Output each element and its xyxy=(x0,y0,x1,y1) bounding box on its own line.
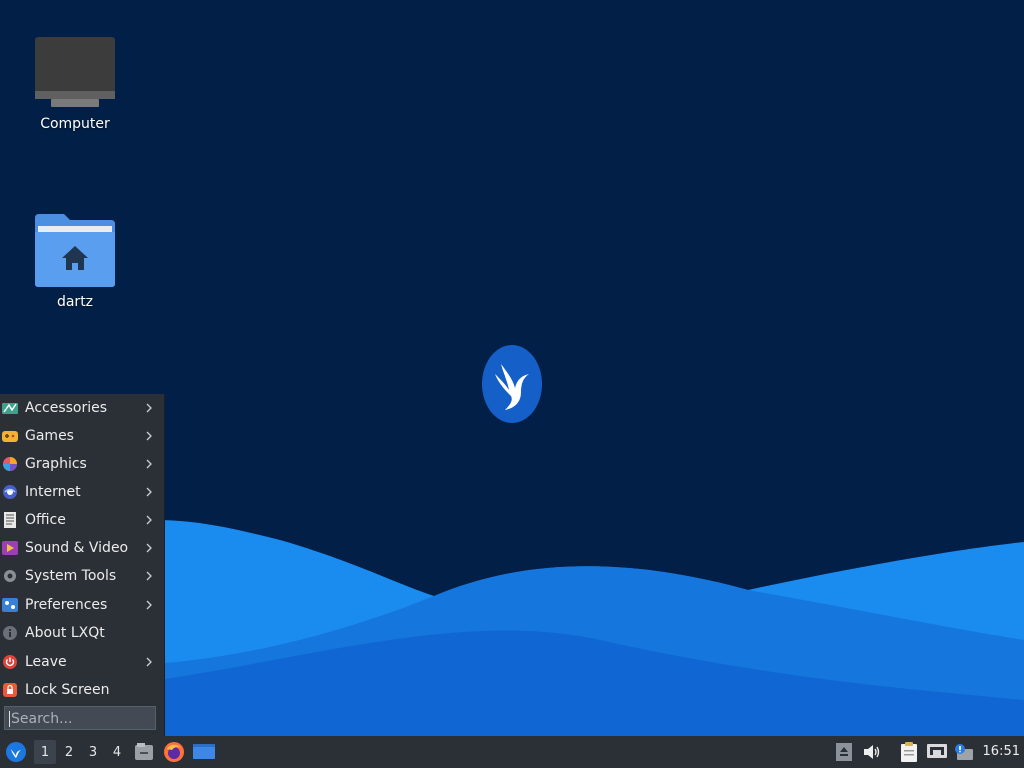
menu-item-label: Leave xyxy=(25,654,67,670)
clipboard-icon xyxy=(901,742,917,762)
info-icon xyxy=(2,625,18,641)
menu-item-label: Games xyxy=(25,428,74,444)
menu-item-lock-screen[interactable]: Lock Screen xyxy=(0,676,164,704)
system-tools-icon xyxy=(2,568,18,584)
application-menu: Accessories Games Graphics Internet Offi… xyxy=(0,394,164,736)
chevron-right-icon xyxy=(146,487,152,497)
power-icon xyxy=(2,654,18,670)
chevron-right-icon xyxy=(146,431,152,441)
menu-item-sound-video[interactable]: Sound & Video xyxy=(0,534,164,562)
show-desktop-icon xyxy=(193,744,215,759)
tray-clipboard[interactable] xyxy=(899,736,919,768)
chevron-right-icon xyxy=(146,459,152,469)
menu-item-label: Graphics xyxy=(25,456,87,472)
chevron-right-icon xyxy=(146,657,152,667)
workspace-1[interactable]: 1 xyxy=(34,740,56,764)
home-folder-icon xyxy=(35,214,115,287)
workspace-label: 3 xyxy=(88,744,98,760)
desktop-icon-home-folder[interactable]: dartz xyxy=(20,212,130,310)
sound-video-icon xyxy=(2,540,18,556)
desktop-icon-label: dartz xyxy=(56,294,94,310)
tray-network[interactable] xyxy=(926,736,948,768)
menu-item-system-tools[interactable]: System Tools xyxy=(0,562,164,590)
workspace-2[interactable]: 2 xyxy=(58,736,80,768)
volume-icon xyxy=(864,745,880,759)
taskbar: 1 2 3 4 16:51 xyxy=(0,736,1024,768)
menu-item-label: System Tools xyxy=(25,568,117,584)
computer-icon xyxy=(35,37,115,107)
update-notifier-icon xyxy=(955,744,973,760)
preferences-icon xyxy=(2,597,18,613)
tray-update-notifier[interactable] xyxy=(952,736,974,768)
games-icon xyxy=(2,428,18,444)
menu-item-accessories[interactable]: Accessories xyxy=(0,394,164,422)
tray-volume[interactable] xyxy=(862,736,882,768)
internet-icon xyxy=(2,484,18,500)
menu-item-games[interactable]: Games xyxy=(0,422,164,450)
chevron-right-icon xyxy=(146,515,152,525)
network-icon xyxy=(927,744,947,758)
search-placeholder: Search... xyxy=(11,711,73,727)
quicklaunch-file-manager[interactable] xyxy=(133,736,155,768)
chevron-right-icon xyxy=(146,543,152,553)
workspace-4[interactable]: 4 xyxy=(106,736,128,768)
quicklaunch-show-desktop[interactable] xyxy=(192,736,216,768)
lubuntu-start-icon xyxy=(6,742,26,762)
workspace-3[interactable]: 3 xyxy=(82,736,104,768)
accessories-icon xyxy=(2,400,18,416)
menu-item-label: Lock Screen xyxy=(25,682,110,698)
workspace-label: 1 xyxy=(40,744,50,760)
menu-item-label: Preferences xyxy=(25,597,108,613)
lock-icon xyxy=(2,682,18,698)
file-manager-icon xyxy=(135,743,153,760)
menu-item-label: About LXQt xyxy=(25,625,105,641)
chevron-right-icon xyxy=(146,571,152,581)
office-icon xyxy=(2,512,18,528)
chevron-right-icon xyxy=(146,403,152,413)
desktop-icon-label: Computer xyxy=(40,116,110,132)
menu-item-label: Sound & Video xyxy=(25,540,129,556)
menu-item-office[interactable]: Office xyxy=(0,506,164,534)
text-caret xyxy=(9,711,10,727)
menu-search-input[interactable]: Search... xyxy=(4,706,156,730)
removable-media-icon xyxy=(836,743,852,761)
lubuntu-logo-icon xyxy=(482,345,542,423)
desktop-icon-computer[interactable]: Computer xyxy=(20,36,130,132)
quicklaunch-firefox[interactable] xyxy=(163,736,185,768)
menu-item-about-lxqt[interactable]: About LXQt xyxy=(0,619,164,647)
menu-item-leave[interactable]: Leave xyxy=(0,648,164,676)
menu-item-internet[interactable]: Internet xyxy=(0,478,164,506)
menu-item-label: Office xyxy=(25,512,66,528)
firefox-icon xyxy=(164,742,184,762)
graphics-icon xyxy=(2,456,18,472)
menu-item-label: Internet xyxy=(25,484,81,500)
tray-removable-media[interactable] xyxy=(834,736,854,768)
menu-item-label: Accessories xyxy=(25,400,108,416)
workspace-label: 2 xyxy=(64,744,74,760)
menu-item-graphics[interactable]: Graphics xyxy=(0,450,164,478)
clock[interactable]: 16:51 xyxy=(983,736,1020,768)
workspace-label: 4 xyxy=(112,744,122,760)
chevron-right-icon xyxy=(146,600,152,610)
menu-item-preferences[interactable]: Preferences xyxy=(0,591,164,619)
start-menu-button[interactable] xyxy=(3,736,29,768)
